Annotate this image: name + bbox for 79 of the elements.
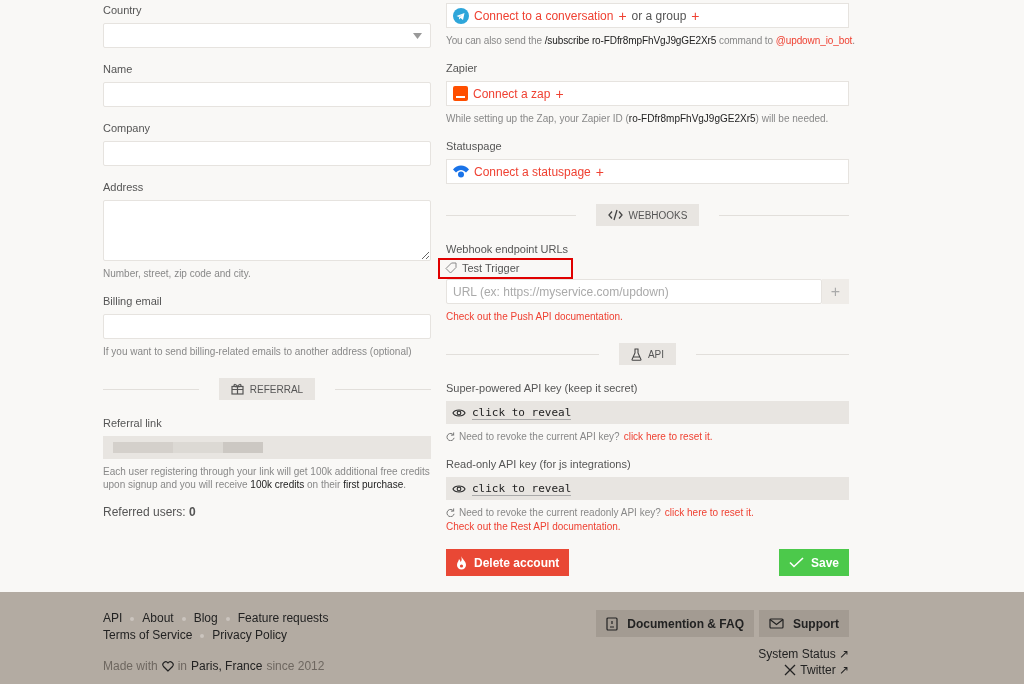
section-title: WEBHOOKS xyxy=(628,209,688,221)
eye-icon xyxy=(452,407,466,418)
revoke-note: Need to revoke the current API key? xyxy=(459,430,620,443)
system-status-link[interactable]: System Status ↗ xyxy=(758,647,849,661)
connect-link[interactable]: Connect to a conversation xyxy=(474,8,614,23)
or-label: or a group xyxy=(631,8,687,23)
add-link[interactable]: + xyxy=(618,7,627,24)
made-with-text: Made with xyxy=(103,659,158,673)
field-label: Webhook endpoint URLs xyxy=(446,242,570,256)
text-input[interactable] xyxy=(103,141,431,166)
field-label: Company xyxy=(103,121,152,135)
signal-icon xyxy=(453,165,469,178)
referral-description: Each user registering through your link will get 100k additional free credits upon signup and you will receive 100k credits on their first purchase. xyxy=(103,465,431,491)
telegram-note: You can also send the /subscribe ro-FDfr8mpFhVgJ9gGE2Xr5 command to @updown_io_bot. xyxy=(446,34,855,47)
x-logo-icon xyxy=(784,664,797,676)
footer-link[interactable]: Terms of Service xyxy=(103,627,193,644)
field-label: Address xyxy=(103,180,145,194)
address-textarea[interactable] xyxy=(103,200,431,261)
help-text: Number, street, zip code and city. xyxy=(103,267,252,280)
book-icon xyxy=(606,616,619,631)
footer-link[interactable]: Feature requests xyxy=(237,610,329,627)
field-label: Read-only API key (for js integrations) xyxy=(446,457,632,471)
referral-link-field[interactable] xyxy=(103,436,431,459)
field-label: Country xyxy=(103,3,143,17)
test-trigger-button[interactable]: Test Trigger xyxy=(438,258,574,279)
field-label: Name xyxy=(103,62,134,76)
refresh-icon xyxy=(446,432,455,441)
gift-icon xyxy=(230,383,244,395)
zapier-note: While setting up the Zap, your Zapier ID (ro-FDfr8mpFhVgJ9gGE2Xr5) will be needed. xyxy=(446,112,830,125)
mail-icon xyxy=(769,618,784,629)
heart-icon xyxy=(161,660,174,672)
caret-icon xyxy=(413,32,422,39)
url-input[interactable]: URL (ex: https://myservice.com/updown) xyxy=(446,279,822,304)
check-icon xyxy=(788,557,804,568)
section-title: REFERRAL xyxy=(249,383,304,395)
since-text: since 2012 xyxy=(266,659,325,673)
twitter-link[interactable]: Twitter ↗ xyxy=(800,663,849,677)
refresh-icon xyxy=(446,508,455,517)
field-label: Statuspage xyxy=(446,139,503,153)
text-input[interactable] xyxy=(103,314,431,339)
field-label: Referral link xyxy=(103,416,163,430)
push-api-docs-link[interactable]: Check out the Push API documentation. xyxy=(446,310,849,323)
tag-icon xyxy=(445,262,457,274)
reset-link[interactable]: click here to reset it. xyxy=(623,430,713,443)
reveal-link[interactable]: click to reveal xyxy=(472,405,572,420)
location-text: Paris, France xyxy=(191,659,263,673)
reveal-link[interactable]: click to reveal xyxy=(472,481,572,496)
code-icon xyxy=(607,209,623,221)
add-link[interactable]: + xyxy=(555,85,564,102)
footer-link[interactable]: Blog xyxy=(193,610,218,627)
eye-icon xyxy=(452,483,466,494)
footer-link[interactable]: Privacy Policy xyxy=(212,627,288,644)
paper-plane-icon xyxy=(453,7,469,24)
api-key-field[interactable]: click to reveal xyxy=(446,401,849,424)
connect-link[interactable]: Connect a statuspage xyxy=(474,164,591,179)
referred-users-count: Referred users: 0 xyxy=(103,505,197,519)
reset-link[interactable]: click here to reset it. xyxy=(664,506,754,519)
field-label: Super-powered API key (keep it secret) xyxy=(446,381,639,395)
revoke-note: Need to revoke the current readonly API key? xyxy=(459,506,661,519)
zapier-icon xyxy=(453,86,468,101)
in-text: in xyxy=(177,659,188,673)
country-select[interactable] xyxy=(103,23,431,48)
text-input[interactable] xyxy=(103,82,431,107)
rest-api-docs-link[interactable]: Check out the Rest API documentation. xyxy=(446,520,849,533)
footer-link[interactable]: API xyxy=(103,610,123,627)
section-title: API xyxy=(647,348,665,360)
field-label: Zapier xyxy=(446,61,479,75)
documentation-button[interactable]: Documention & FAQ xyxy=(596,610,754,637)
delete-account-button[interactable]: Delete account xyxy=(446,549,570,576)
help-text: If you want to send billing-related emails to another address (optional) xyxy=(103,345,413,358)
add-link[interactable]: + xyxy=(691,7,700,24)
flame-icon xyxy=(456,555,467,570)
api-key-field[interactable]: click to reveal xyxy=(446,477,849,500)
field-label: Billing email xyxy=(103,294,163,308)
add-link[interactable]: + xyxy=(595,163,604,180)
flask-icon xyxy=(630,347,642,361)
support-button[interactable]: Support xyxy=(759,610,849,637)
footer-link[interactable]: About xyxy=(142,610,174,627)
connect-link[interactable]: Connect a zap xyxy=(473,86,551,101)
